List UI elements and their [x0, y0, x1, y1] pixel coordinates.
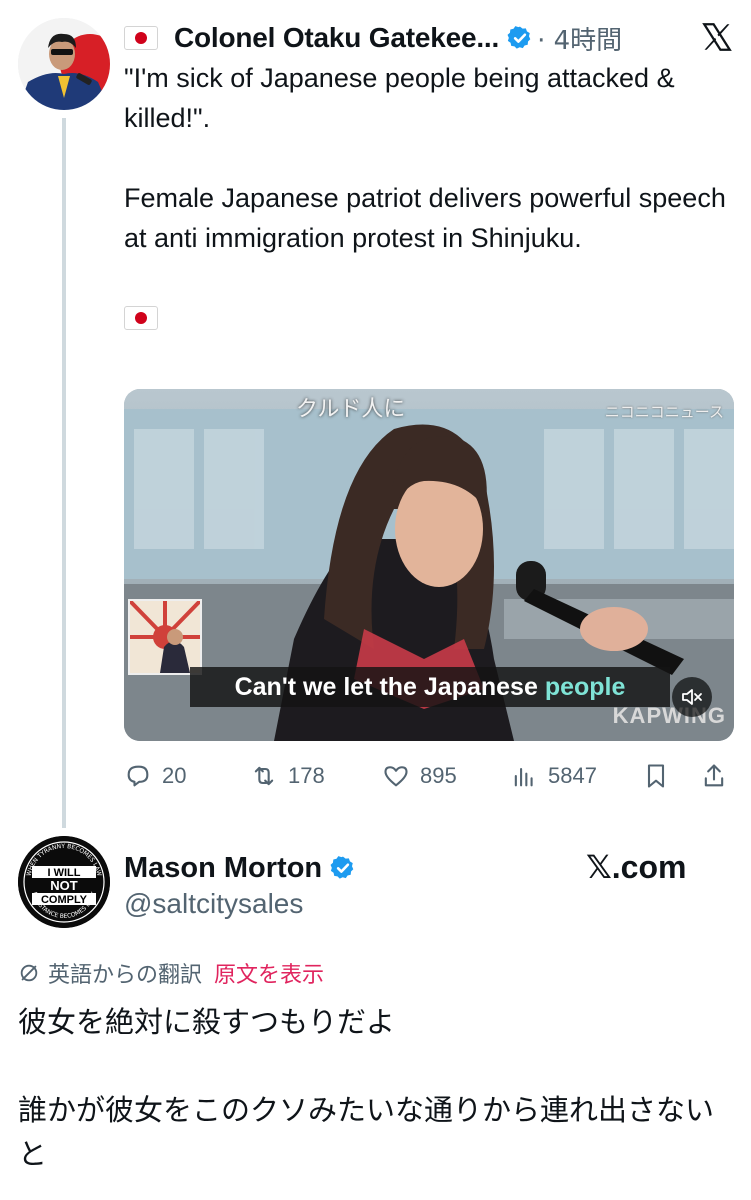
tweet-action-bar: 20 178 895 5847	[124, 756, 736, 796]
verified-badge-icon	[507, 26, 531, 49]
muted-speaker-icon	[682, 689, 702, 705]
views-button[interactable]: 5847	[510, 756, 597, 796]
share-button[interactable]	[700, 756, 738, 796]
quote-author-avatar[interactable]: WHEN TYRANNY BECOMES LAW RESISTANCE BECO…	[18, 836, 110, 928]
japan-flag-icon	[124, 26, 158, 50]
tweet-text-line: Female Japanese patriot delivers powerfu…	[124, 183, 726, 253]
quote-author-name[interactable]: Mason Morton	[124, 852, 322, 885]
tweet-header: Colonel Otaku Gatekee... · 4時間	[124, 18, 736, 58]
translated-text-line: 誰かが彼女をこのクソみたいな通りから連れ出さないと	[18, 1093, 715, 1171]
x-dot-com-label: 𝕏.com	[586, 849, 687, 885]
reply-count: 20	[162, 763, 187, 788]
like-count: 895	[420, 763, 457, 788]
bookmark-icon	[647, 764, 665, 788]
avatar-text-line: NOT	[50, 878, 78, 893]
share-icon	[704, 764, 724, 787]
video-player[interactable]: クルド人に ニコニコニュース Can't we let the Japanese…	[124, 389, 734, 741]
channel-inset-image	[128, 599, 202, 675]
video-watermark: ニコニコニュース	[604, 403, 724, 421]
thread-connector-line	[62, 118, 66, 828]
views-chart-icon	[514, 767, 533, 787]
reply-button[interactable]: 20	[124, 756, 186, 796]
views-count: 5847	[548, 763, 597, 788]
post-time[interactable]: · 4時間	[537, 20, 622, 57]
japan-flag-icon	[124, 306, 158, 330]
tweet-text-line: "I'm sick of Japanese people being attac…	[124, 63, 675, 133]
translated-post-text: 彼女を絶対に殺すつもりだよ 誰かが彼女をこのクソみたいな通りから連れ出さないと	[18, 1000, 733, 1176]
translation-notice: 英語からの翻訳 原文を表示	[18, 956, 324, 990]
repost-icon	[254, 766, 274, 786]
heart-icon	[384, 766, 408, 787]
subtitle-highlight: people	[544, 673, 626, 701]
subtitle-text: Can't we let the Japanese	[234, 673, 545, 701]
verified-badge-icon	[330, 856, 354, 879]
repost-button[interactable]: 178	[250, 756, 325, 796]
like-button[interactable]: 895	[382, 756, 457, 796]
author-avatar[interactable]	[18, 18, 110, 110]
bookmark-button[interactable]	[642, 756, 680, 796]
quote-author-handle[interactable]: @saltcitysales	[124, 888, 303, 920]
video-top-caption: クルド人に	[296, 397, 406, 422]
author-name[interactable]: Colonel Otaku Gatekee...	[174, 22, 499, 54]
avatar-text-line: COMPLY	[41, 894, 88, 906]
tweet-text: "I'm sick of Japanese people being attac…	[124, 58, 734, 341]
quote-author-name-row: Mason Morton	[124, 848, 356, 888]
translated-from-label: 英語からの翻訳	[48, 963, 203, 988]
reply-icon	[127, 765, 149, 787]
translated-text-line: 彼女を絶対に殺すつもりだよ	[18, 1005, 396, 1039]
video-subtitle: Can't we let the Japanese people	[190, 667, 670, 707]
translate-icon	[20, 964, 38, 982]
repost-count: 178	[288, 763, 325, 788]
show-original-link[interactable]: 原文を表示	[214, 957, 324, 989]
x-logo-icon	[702, 23, 732, 51]
mute-button[interactable]	[672, 677, 712, 717]
